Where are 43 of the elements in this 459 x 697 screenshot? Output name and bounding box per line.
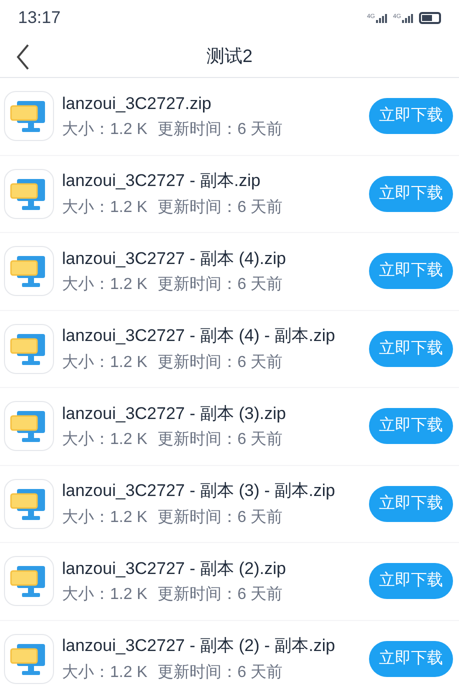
monitor-icon [4,556,54,606]
monitor-icon [4,168,54,219]
update-time: 更新时间：6 天前 [157,274,283,295]
file-name: lanzoui_3C2727 - 副本 (3) - 副本.zip [62,480,336,502]
file-row[interactable]: lanzoui_3C2727 - 副本.zip 大小：1.2 K 更新时间：6 天前 立即下载 [0,156,459,233]
update-time: 更新时间：6 天前 [157,508,283,528]
file-size: 大小：1.2 K [62,198,148,218]
file-name: lanzoui_3C2727.zip [62,92,212,114]
file-size: 大小：1.2 K [62,120,148,140]
file-name: lanzoui_3C2727 - 副本 (2) - 副本.zip [62,635,336,657]
file-row[interactable]: lanzoui_3C2727 - 副本 (3) - 副本.zip 大小：1.2 K 更新时间：6 天前 立即下载 [0,466,459,543]
update-time: 更新时间：6 天前 [157,352,283,372]
file-name: lanzoui_3C2727 - 副本 (4).zip [62,248,287,270]
monitor-icon [4,478,54,529]
monitor-icon [4,246,54,296]
file-size: 大小：1.2 K [62,662,148,682]
update-time: 更新时间：6 天前 [157,584,283,605]
file-size: 大小：1.2 K [62,352,148,372]
file-row[interactable]: lanzoui_3C2727 - 副本 (2).zip 大小：1.2 K 更新时间：6 天前 立即下载 [0,543,459,620]
update-time: 更新时间：6 天前 [157,662,283,682]
status-time: 13:17 [18,7,61,30]
battery-icon [419,12,441,24]
update-time: 更新时间：6 天前 [157,430,283,450]
update-time: 更新时间：6 天前 [157,120,283,140]
monitor-icon [4,91,54,142]
page-title: 测试2 [206,45,252,68]
file-row[interactable]: lanzoui_3C2727 - 副本 (4) - 副本.zip 大小：1.2 K 更新时间：6 天前 立即下载 [0,310,459,388]
monitor-icon [4,401,54,452]
file-row[interactable]: lanzoui_3C2727.zip 大小：1.2 K 更新时间：6 天前 立即下载 [0,78,459,156]
file-row[interactable]: lanzoui_3C2727 - 副本 (3).zip 大小：1.2 K 更新时间：6 天前 立即下载 [0,388,459,466]
file-name: lanzoui_3C2727 - 副本 (2).zip [62,558,287,580]
file-size: 大小：1.2 K [62,584,148,605]
file-row[interactable]: lanzoui_3C2727 - 副本 (2) - 副本.zip 大小：1.2 K 更新时间：6 天前 立即下载 [0,620,459,697]
file-name: lanzoui_3C2727 - 副本.zip [62,170,262,192]
file-name: lanzoui_3C2727 - 副本 (3).zip [62,402,287,424]
file-row[interactable]: lanzoui_3C2727 - 副本 (4).zip 大小：1.2 K 更新时间：6 天前 立即下载 [0,233,459,310]
file-name: lanzoui_3C2727 - 副本 (4) - 副本.zip [62,325,336,347]
update-time: 更新时间：6 天前 [157,198,283,218]
file-size: 大小：1.2 K [62,508,148,528]
file-size: 大小：1.2 K [62,430,148,450]
monitor-icon [4,634,54,684]
monitor-icon [4,324,54,374]
file-size: 大小：1.2 K [62,274,148,295]
